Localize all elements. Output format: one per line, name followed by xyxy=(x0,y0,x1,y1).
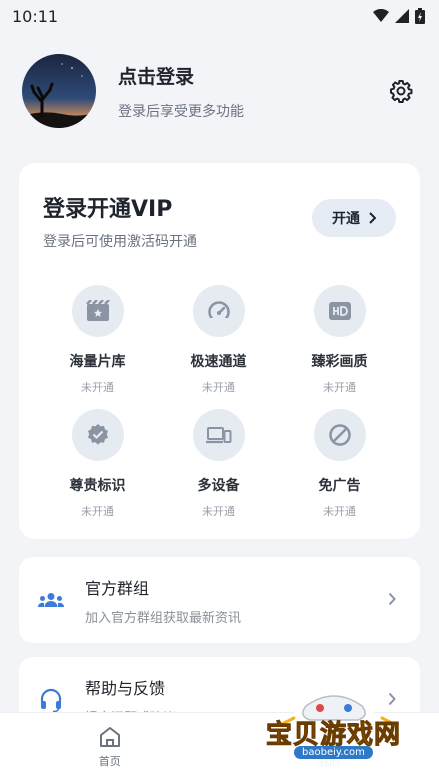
devices-icon xyxy=(205,427,231,444)
feature-name: 多设备 xyxy=(197,478,240,494)
avatar[interactable] xyxy=(22,54,96,128)
feature-status: 未开通 xyxy=(202,505,235,518)
vip-title: 登录开通VIP xyxy=(43,197,173,222)
vip-open-label: 开通 xyxy=(332,211,360,227)
chevron-right-icon xyxy=(369,212,376,224)
feature-hd[interactable]: 臻彩画质 未开通 xyxy=(279,285,400,397)
verified-badge-icon xyxy=(87,424,108,445)
chevron-right-icon xyxy=(388,592,396,605)
feature-name: 臻彩画质 xyxy=(311,354,368,370)
feature-library[interactable]: 海量片库 未开通 xyxy=(37,285,158,397)
feature-status: 未开通 xyxy=(81,381,114,394)
official-group-subtitle: 加入官方群组获取最新资讯 xyxy=(85,610,242,626)
vip-subtitle: 登录后可使用激活码开通 xyxy=(43,234,197,250)
feature-no-ads[interactable]: 免广告 未开通 xyxy=(279,409,400,521)
speedometer-icon xyxy=(207,301,230,322)
feature-status: 未开通 xyxy=(323,381,356,394)
feature-name: 海量片库 xyxy=(69,354,126,370)
film-icon xyxy=(85,300,110,321)
feature-name: 极速通道 xyxy=(190,354,247,370)
watermark-logo: 宝贝游戏网 baobeiy.com xyxy=(262,684,412,776)
vip-feature-grid: 海量片库 未开通 极速通道 未开通 臻彩画质 未开通 尊贵标识 未开通 多设备 … xyxy=(37,285,402,521)
nav-home[interactable]: 首页 xyxy=(0,713,220,780)
login-subtitle: 登录后享受更多功能 xyxy=(118,103,244,120)
login-title[interactable]: 点击登录 xyxy=(118,62,388,89)
wifi-icon xyxy=(373,9,389,22)
status-time: 10:11 xyxy=(12,6,59,26)
official-group-title: 官方群组 xyxy=(85,578,150,598)
vip-card: 登录开通VIP 登录后可使用激活码开通 开通 海量片库 未开通 极速通道 未开通… xyxy=(19,163,420,539)
feature-speed[interactable]: 极速通道 未开通 xyxy=(158,285,279,397)
vip-open-button[interactable]: 开通 xyxy=(312,199,396,237)
feature-name: 免广告 xyxy=(318,478,361,494)
feature-name: 尊贵标识 xyxy=(69,478,126,494)
home-icon xyxy=(99,727,120,747)
profile-header[interactable]: 点击登录 登录后享受更多功能 xyxy=(22,52,422,130)
feature-status: 未开通 xyxy=(323,505,356,518)
feature-status: 未开通 xyxy=(81,505,114,518)
settings-button[interactable] xyxy=(388,78,414,104)
hd-icon xyxy=(328,302,351,320)
battery-icon xyxy=(415,8,425,24)
headset-icon xyxy=(40,688,62,712)
no-ads-icon xyxy=(328,424,351,446)
feature-status: 未开通 xyxy=(202,381,235,394)
feature-badge[interactable]: 尊贵标识 未开通 xyxy=(37,409,158,521)
feature-devices[interactable]: 多设备 未开通 xyxy=(158,409,279,521)
official-group-item[interactable]: 官方群组 加入官方群组获取最新资讯 xyxy=(19,557,420,643)
group-icon xyxy=(38,593,64,607)
status-icons xyxy=(373,8,425,24)
gear-icon xyxy=(390,80,413,103)
status-bar: 10:11 xyxy=(0,0,439,32)
signal-icon xyxy=(395,9,409,23)
nav-home-label: 首页 xyxy=(98,755,121,768)
watermark-url: baobeiy.com xyxy=(294,746,373,759)
